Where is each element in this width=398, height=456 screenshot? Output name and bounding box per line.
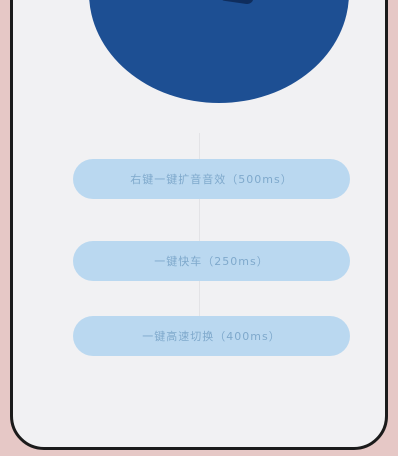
- phone-frame: 右键一键扩音音效（500ms） 一键快车（250ms） 一键高速切换（400ms…: [10, 0, 388, 450]
- action-button-1[interactable]: 右键一键扩音音效（500ms）: [73, 159, 350, 199]
- action-button-3[interactable]: 一键高速切换（400ms）: [73, 316, 350, 356]
- action-button-2[interactable]: 一键快车（250ms）: [73, 241, 350, 281]
- action-button-2-label: 一键快车（250ms）: [154, 255, 269, 268]
- action-button-3-label: 一键高速切换（400ms）: [142, 330, 281, 343]
- hero-circle-illustration: [89, 0, 349, 103]
- action-button-1-label: 右键一键扩音音效（500ms）: [130, 173, 293, 186]
- device-shadow: [218, 0, 270, 5]
